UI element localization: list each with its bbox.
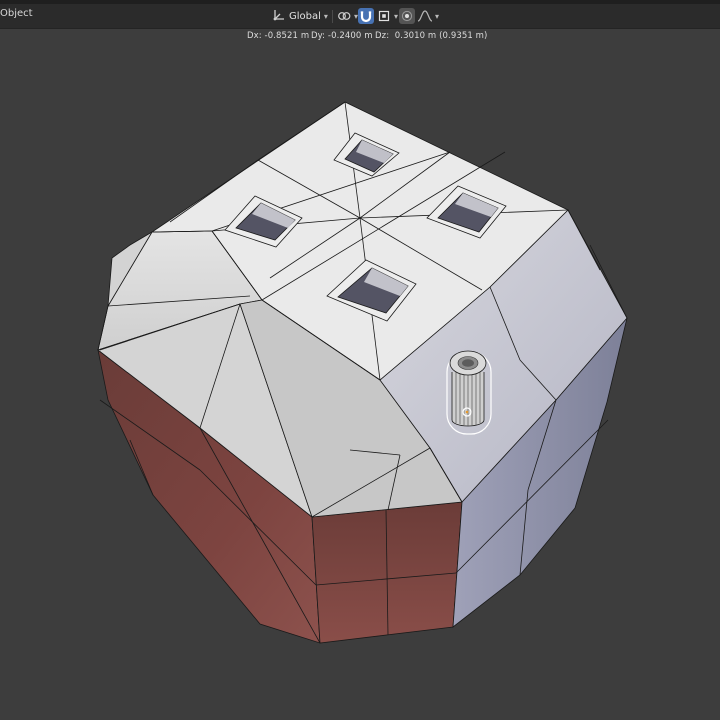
snap-magnet-icon[interactable] xyxy=(358,8,374,24)
header-separator xyxy=(332,10,333,23)
transform-orientation-dropdown[interactable]: Global ▾ xyxy=(272,7,328,25)
proportional-editing-group: ▾ xyxy=(399,7,439,25)
transform-orientation-label: Global xyxy=(289,10,321,22)
viewport-scene[interactable] xyxy=(0,28,720,720)
chevron-down-icon[interactable]: ▾ xyxy=(435,12,439,21)
viewport-header: Object Global ▾ ▾ ▾ ▾ xyxy=(0,4,720,29)
pivot-point-dropdown[interactable]: ▾ xyxy=(336,7,358,25)
chevron-down-icon: ▾ xyxy=(323,11,328,21)
snap-group: ▾ xyxy=(358,7,398,25)
beveled-cube-mesh[interactable] xyxy=(97,101,628,644)
snap-target-icon[interactable] xyxy=(376,8,392,24)
chevron-down-icon[interactable]: ▾ xyxy=(394,12,398,21)
3d-viewport[interactable] xyxy=(0,28,720,720)
transform-orientation-icon xyxy=(272,8,286,25)
pivot-point-icon xyxy=(336,8,352,24)
proportional-editing-icon[interactable] xyxy=(399,8,415,24)
mode-label[interactable]: Object xyxy=(0,8,33,19)
falloff-curve-icon[interactable] xyxy=(417,8,433,24)
